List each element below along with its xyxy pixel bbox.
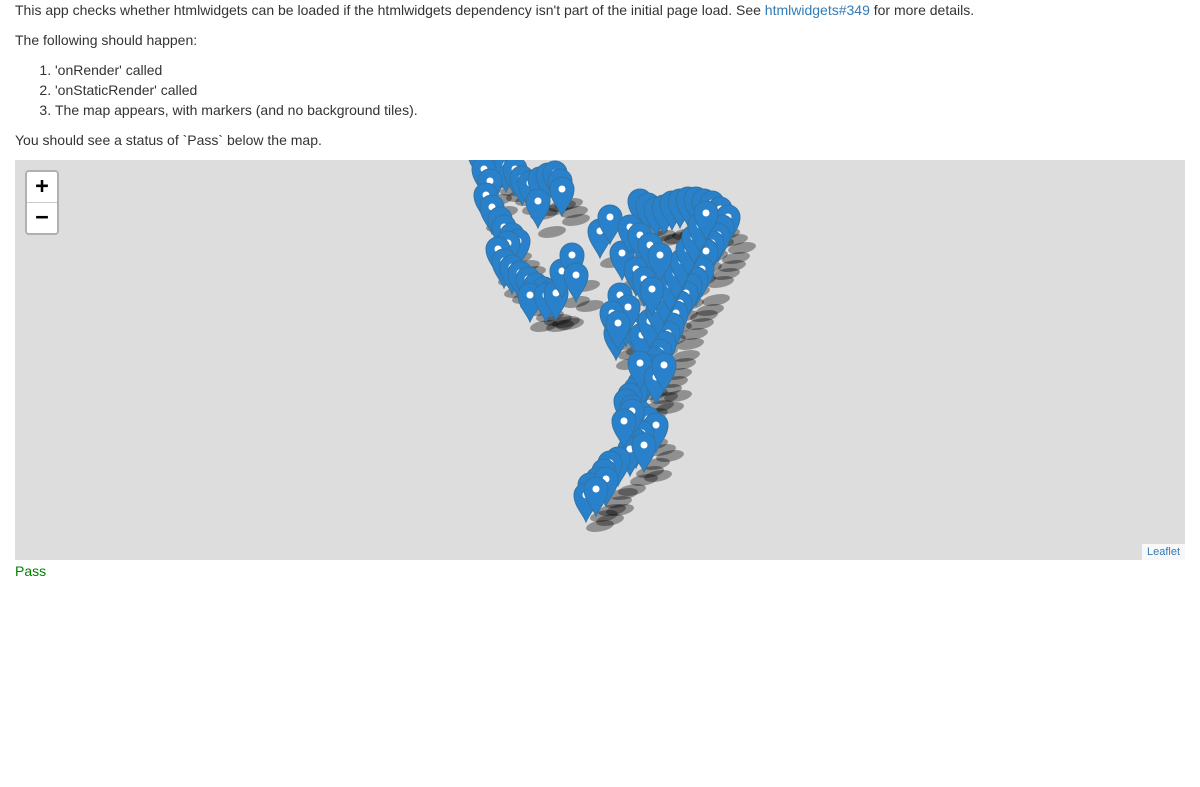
instruction-step: 'onRender' called — [55, 60, 1185, 80]
instructions-list: 'onRender' called 'onStaticRender' calle… — [15, 60, 1185, 120]
zoom-out-button[interactable]: − — [27, 203, 57, 233]
page: This app checks whether htmlwidgets can … — [0, 0, 1200, 581]
status-note: You should see a status of `Pass` below … — [15, 132, 322, 148]
intro-text-after: for more details. — [869, 2, 975, 18]
intro-text-before: This app checks whether htmlwidgets can … — [15, 2, 765, 18]
map-marker-icon[interactable] — [525, 188, 551, 230]
leaflet-map[interactable]: + − Leaflet — [15, 160, 1185, 560]
zoom-control: + − — [25, 170, 59, 235]
instruction-step: The map appears, with markers (and no ba… — [55, 100, 1185, 120]
status-text: Pass — [15, 563, 47, 579]
marker-shadow — [538, 226, 566, 238]
instruction-step: 'onStaticRender' called — [55, 80, 1185, 100]
leaflet-attribution-link[interactable]: Leaflet — [1147, 546, 1180, 558]
map-attribution: Leaflet — [1141, 544, 1185, 560]
marker-layer — [468, 160, 756, 532]
zoom-in-button[interactable]: + — [27, 172, 57, 203]
htmlwidgets-issue-link[interactable]: htmlwidgets#349 — [765, 2, 870, 18]
instructions-lead: The following should happen: — [15, 32, 198, 48]
intro-paragraph: This app checks whether htmlwidgets can … — [15, 0, 1185, 20]
